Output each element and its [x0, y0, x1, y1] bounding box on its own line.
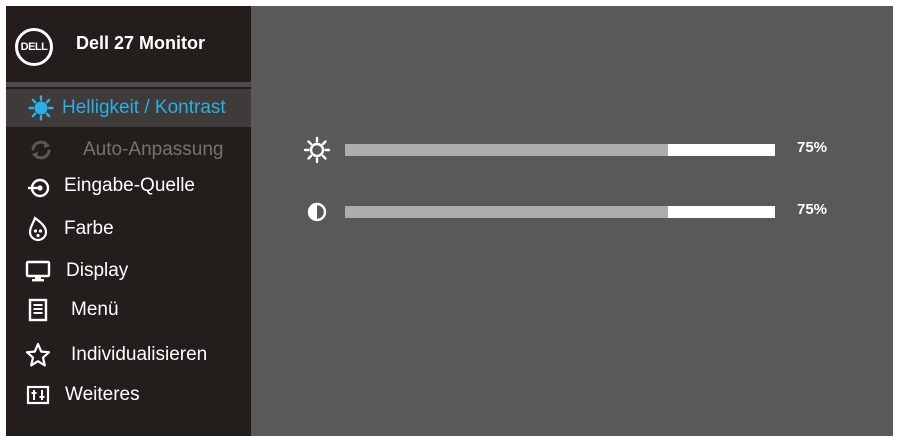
- star-icon: [23, 340, 53, 370]
- menu-item-brightness-contrast[interactable]: Helligkeit / Kontrast: [6, 89, 251, 127]
- menu-item-label: Menü: [71, 299, 119, 320]
- menu-item-label: Individualisieren: [71, 344, 208, 365]
- menu-item-label: Auto-Anpassung: [83, 139, 224, 160]
- dell-logo: DELL: [15, 28, 53, 66]
- menu-item-others[interactable]: Weiteres: [6, 376, 251, 414]
- menu-item-personalize[interactable]: Individualisieren: [6, 336, 251, 374]
- display-icon: [23, 256, 53, 286]
- header-divider: [6, 82, 251, 87]
- contrast-icon: [303, 198, 331, 226]
- sun-icon: [303, 136, 331, 164]
- menu-icon: [23, 295, 53, 325]
- monitor-title: Dell 27 Monitor: [76, 33, 206, 53]
- brightness-value: 75%: [797, 139, 828, 156]
- menu-item-label: Helligkeit / Kontrast: [62, 97, 226, 118]
- menu-item-label: Farbe: [64, 218, 114, 239]
- menu-item-display[interactable]: Display: [6, 252, 251, 290]
- menu-item-menu[interactable]: Menü: [6, 291, 251, 329]
- menu-item-label: Display: [66, 260, 129, 281]
- color-icon: [23, 214, 53, 244]
- brightness-slider-fill: [345, 144, 668, 156]
- menu-item-auto-adjust[interactable]: Auto-Anpassung: [6, 131, 251, 169]
- auto-adjust-icon: [26, 135, 56, 165]
- menu-item-label: Eingabe-Quelle: [64, 175, 195, 196]
- osd-header: DELL Dell 27 Monitor: [6, 6, 251, 82]
- osd-sidebar: DELL Dell 27 Monitor Helligkeit / Kontra…: [6, 6, 251, 436]
- menu-item-label: Weiteres: [65, 384, 140, 405]
- osd-content-panel: 75% 75%: [251, 6, 893, 436]
- contrast-value: 75%: [797, 201, 828, 218]
- input-source-icon: [23, 171, 53, 201]
- brightness-icon: [26, 93, 56, 123]
- contrast-slider[interactable]: [345, 206, 775, 218]
- others-icon: [23, 380, 53, 410]
- menu-item-input-source[interactable]: Eingabe-Quelle: [6, 167, 251, 205]
- menu-item-color[interactable]: Farbe: [6, 210, 251, 248]
- monitor-osd: DELL Dell 27 Monitor Helligkeit / Kontra…: [6, 6, 893, 436]
- contrast-slider-fill: [345, 206, 668, 218]
- brightness-slider[interactable]: [345, 144, 775, 156]
